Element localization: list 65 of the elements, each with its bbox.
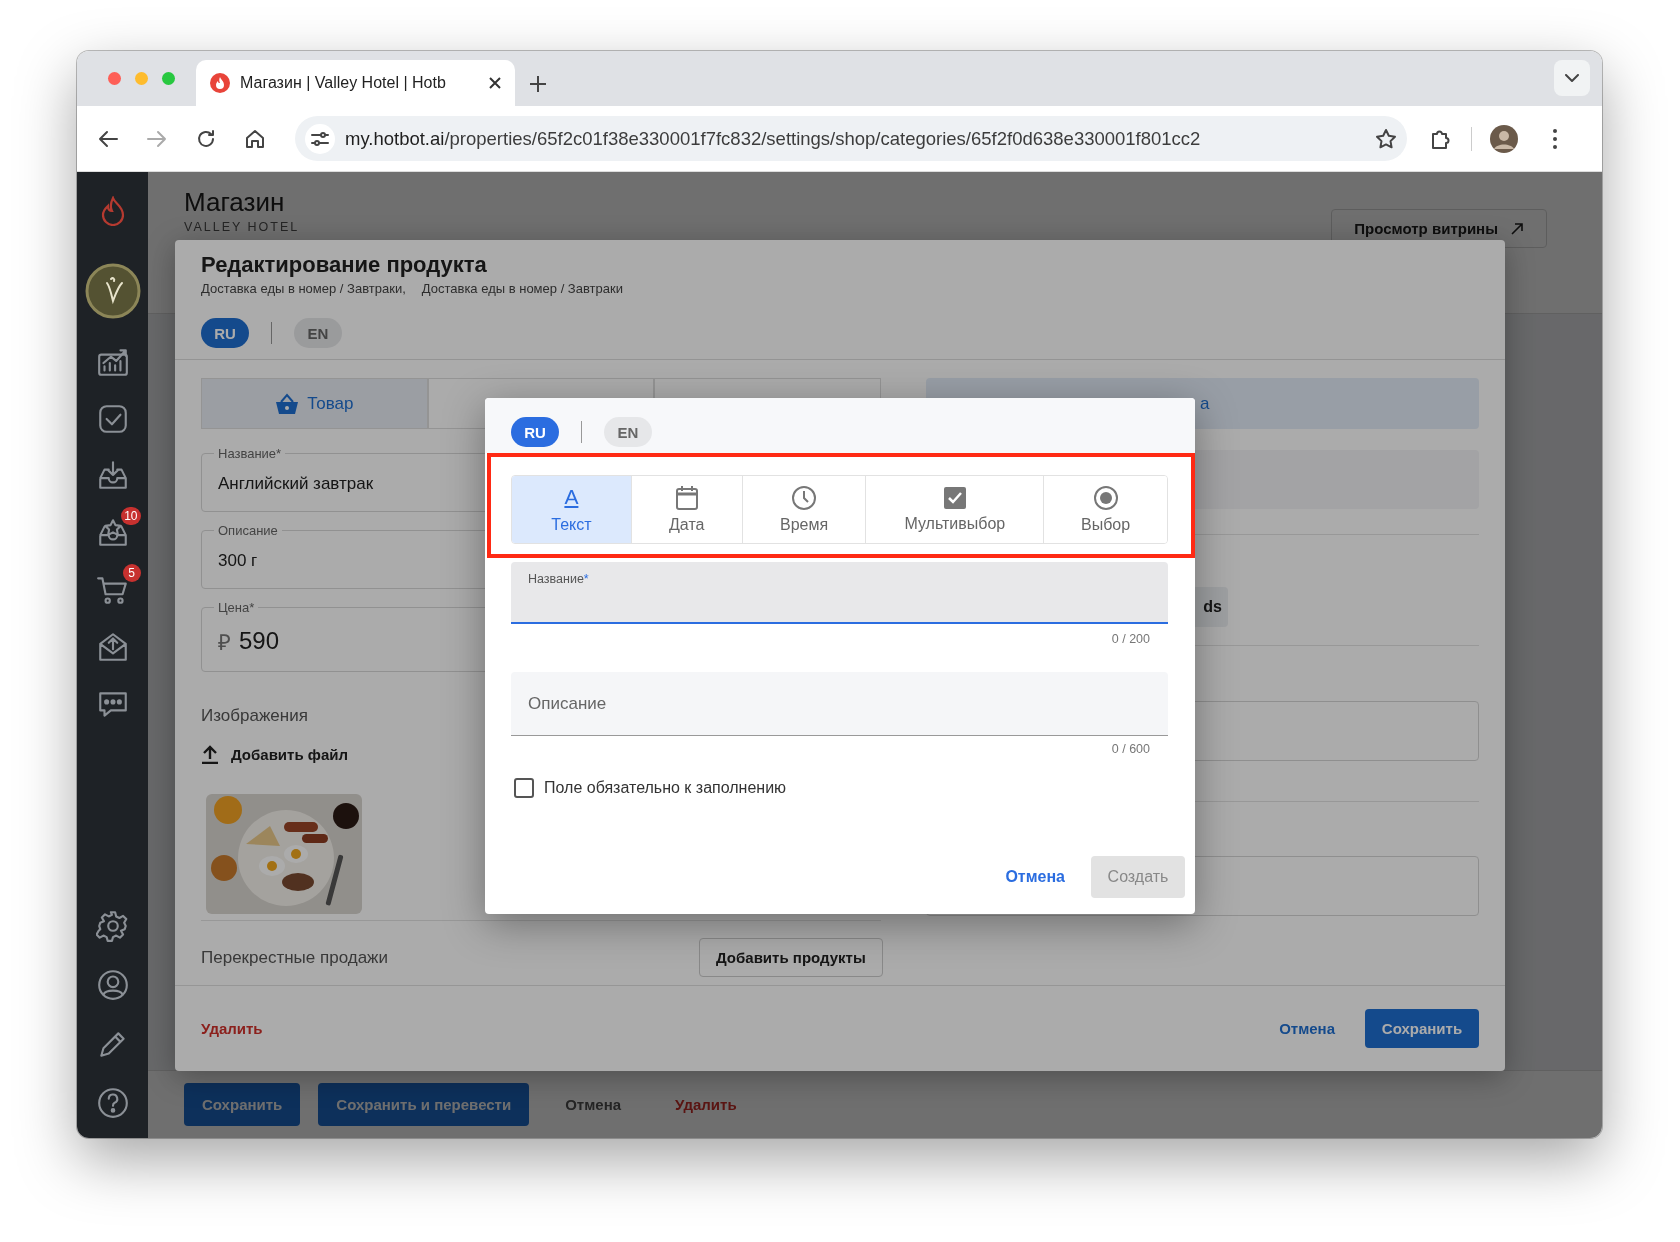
language-tab[interactable]: EN — [604, 417, 652, 447]
breadcrumb: Доставка еды в номер / Завтраки — [421, 281, 623, 296]
radio-icon — [1092, 485, 1119, 511]
save-button[interactable]: Сохранить — [1365, 1009, 1479, 1048]
character-counter: 0 / 600 — [1110, 742, 1151, 756]
count-badge: 10 — [121, 507, 141, 525]
close-icon[interactable] — [489, 77, 501, 89]
tab-title: Магазин | Valley Hotel | Hotb — [240, 74, 447, 92]
language-tab[interactable]: RU — [201, 318, 249, 348]
user-icon[interactable] — [95, 968, 130, 1002]
action-button[interactable]: Отмена — [547, 1083, 640, 1126]
tab[interactable]: Товар — [201, 378, 428, 429]
tab-list-button[interactable] — [1554, 60, 1590, 96]
new-tab-icon[interactable] — [529, 75, 547, 93]
avatar-icon[interactable] — [1490, 124, 1518, 153]
star-icon[interactable] — [1375, 127, 1397, 150]
flame-icon — [210, 73, 230, 93]
cancel-button[interactable]: Отмена — [1279, 1020, 1335, 1037]
breadcrumb: Доставка еды в номер / Завтраки, — [201, 281, 406, 296]
emblem-icon[interactable] — [84, 263, 141, 319]
language-tab[interactable]: EN — [294, 318, 342, 348]
count-badge: 5 — [122, 564, 141, 582]
type-tab[interactable]: Выбор — [1043, 476, 1167, 543]
flame-icon[interactable] — [100, 196, 125, 226]
currency-sign: ₽ — [218, 629, 231, 656]
field-label: Название* — [217, 446, 283, 461]
language-tab[interactable]: RU — [511, 417, 559, 447]
character-counter: 0 / 200 — [1110, 632, 1151, 646]
dialog-title: Редактирование продукта — [201, 252, 488, 278]
site-settings-icon[interactable] — [311, 130, 329, 147]
add-file-link[interactable]: Добавить файл — [231, 745, 349, 763]
page-title: Магазин — [184, 186, 286, 218]
delete-button[interactable]: Удалить — [657, 1083, 755, 1126]
clock-icon — [791, 485, 818, 511]
page-subtitle: VALLEY HOTEL — [184, 220, 300, 234]
upload-icon — [201, 744, 219, 764]
chevron-down-icon — [1565, 73, 1579, 83]
type-tab[interactable]: A Текст — [512, 476, 631, 543]
basket-icon — [275, 392, 300, 415]
cancel-button[interactable]: Отмена — [1005, 868, 1065, 886]
home-icon[interactable] — [244, 127, 266, 150]
menu-icon[interactable] — [1552, 127, 1558, 150]
section-label: Перекрестные продажи — [201, 947, 389, 968]
text-icon: A — [564, 485, 579, 511]
url-text: my.hotbot.ai/properties/65f2c01f38e330001f7fc832/settings/shop/categories/65f2f0d638e330001f801cc2 — [345, 127, 1202, 150]
help-icon[interactable] — [95, 1086, 130, 1120]
reload-icon[interactable] — [195, 127, 217, 150]
action-button[interactable]: Сохранить и перевести — [318, 1083, 530, 1126]
external-link-icon — [1510, 221, 1524, 236]
address-bar[interactable]: my.hotbot.ai/properties/65f2c01f38e330001f7fc832/settings/shop/categories/65f2f0d638e330001f801cc2 — [295, 116, 1407, 161]
add-products-button[interactable]: Добавить продукты — [699, 938, 883, 977]
field-label: Описание — [217, 523, 279, 538]
field-label: Цена* — [217, 600, 256, 615]
calendar-icon — [674, 485, 699, 511]
checkbox[interactable] — [514, 778, 534, 798]
settings-icon[interactable] — [95, 909, 130, 943]
action-button[interactable]: Сохранить — [184, 1083, 301, 1126]
checkbox-label: Поле обязательно к заполнению — [544, 779, 787, 797]
delete-button[interactable]: Удалить — [201, 1020, 263, 1037]
text-field[interactable]: Название* — [511, 562, 1168, 624]
section-label: Изображения — [201, 706, 309, 726]
checkbox-icon — [942, 486, 967, 510]
text-field[interactable]: Описание — [511, 672, 1168, 736]
browser-tab[interactable]: Магазин | Valley Hotel | Hotb — [196, 60, 515, 106]
field-label: Название* — [528, 572, 590, 586]
